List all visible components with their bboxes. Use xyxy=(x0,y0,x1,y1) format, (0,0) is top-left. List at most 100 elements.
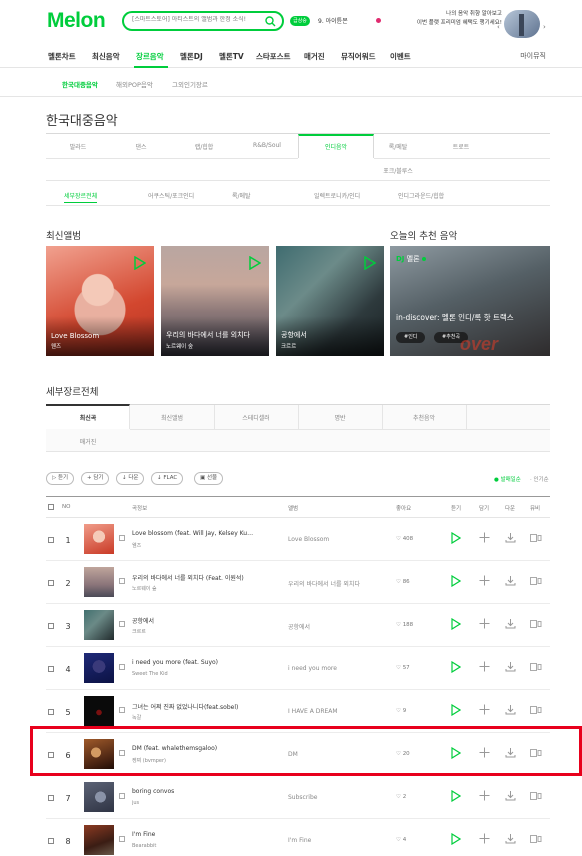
song-album[interactable]: Subscribe xyxy=(288,794,380,801)
genre-folk[interactable]: 포크/블루스 xyxy=(368,166,428,175)
row-checkbox[interactable] xyxy=(48,795,54,801)
row-checkbox[interactable] xyxy=(48,580,54,586)
song-artist[interactable]: 크르르 xyxy=(132,628,256,635)
nav-genre-music[interactable]: 장르음악 xyxy=(136,51,164,62)
subnav-other[interactable]: 그외인기장르 xyxy=(172,79,208,89)
download-icon[interactable] xyxy=(505,704,516,717)
row-checkbox[interactable] xyxy=(48,709,54,715)
sort-popular[interactable]: · 인기순 xyxy=(530,475,549,483)
tab-recommend[interactable]: 추천음악 xyxy=(382,413,466,422)
search-icon[interactable] xyxy=(265,16,276,29)
like-button[interactable]: ♡ 9 xyxy=(396,708,406,714)
song-artist[interactable]: 웬즈 xyxy=(132,542,256,549)
genre-rock[interactable]: 록/메탈 xyxy=(368,142,428,151)
download-icon[interactable] xyxy=(505,790,516,803)
mv-icon[interactable] xyxy=(530,577,542,587)
gift-button[interactable]: ▣ 선물 xyxy=(194,472,224,485)
row-checkbox[interactable] xyxy=(48,666,54,672)
subgenre-underground[interactable]: 인디그라운드/힙합 xyxy=(398,191,444,200)
tab-latest-songs[interactable]: 최신곡 xyxy=(46,413,130,422)
add-icon[interactable] xyxy=(479,833,490,846)
nav-my-music[interactable]: 마이뮤직 xyxy=(520,51,546,61)
nav-melon-chart[interactable]: 멜론차트 xyxy=(48,51,76,62)
select-all-checkbox[interactable] xyxy=(48,504,54,510)
genre-dance[interactable]: 댄스 xyxy=(111,142,171,151)
mv-icon[interactable] xyxy=(530,620,542,630)
add-icon[interactable] xyxy=(479,532,490,545)
download-icon[interactable] xyxy=(505,833,516,846)
song-album[interactable]: 우리의 바다에서 너를 외치다 xyxy=(288,579,380,588)
table-row[interactable]: 8 I'm Fine Bearabbit I'm Fine ♡ 4 xyxy=(46,819,550,856)
like-button[interactable]: ♡ 2 xyxy=(396,794,406,800)
like-button[interactable]: ♡ 86 xyxy=(396,579,410,585)
tab-magazine[interactable]: 매거진 xyxy=(46,437,130,446)
table-row[interactable]: 4 i need you more (feat. Suyo) Sweet The… xyxy=(46,647,550,690)
listen-all-button[interactable]: ▷ 듣기 xyxy=(46,472,75,485)
play-icon[interactable] xyxy=(451,832,462,847)
album-artist[interactable]: 크르르 xyxy=(281,342,296,350)
album-card[interactable]: 공항에서 크르르 xyxy=(276,246,384,356)
play-icon[interactable] xyxy=(364,255,377,272)
download-icon[interactable] xyxy=(505,532,516,545)
song-artist[interactable]: 노르웨이 숲 xyxy=(132,585,256,592)
promo-prev-icon[interactable]: ‹ xyxy=(497,23,500,31)
song-title[interactable]: 우리의 바다에서 너를 외치다 (Feat. 이원석) xyxy=(132,573,256,582)
mv-icon[interactable] xyxy=(530,706,542,716)
album-info-icon[interactable] xyxy=(119,836,125,842)
album-info-icon[interactable] xyxy=(119,664,125,670)
subgenre-rock[interactable]: 록/메탈 xyxy=(232,191,251,200)
nav-event[interactable]: 이벤트 xyxy=(390,51,411,62)
album-thumb[interactable] xyxy=(84,782,114,812)
tab-latest-albums[interactable]: 최신앨범 xyxy=(130,413,214,422)
flac-button[interactable]: ↓ FLAC xyxy=(151,472,184,485)
album-info-icon[interactable] xyxy=(119,621,125,627)
song-title[interactable]: boring convos xyxy=(132,788,256,795)
song-artist[interactable]: Bearabbit xyxy=(132,843,256,849)
genre-indie[interactable]: 인디음악 xyxy=(306,142,366,151)
mv-icon[interactable] xyxy=(530,663,542,673)
subgenre-acoustic[interactable]: 어쿠스틱/포크인디 xyxy=(148,191,194,200)
promo-image[interactable] xyxy=(504,10,540,38)
song-title[interactable]: 공항에서 xyxy=(132,616,256,625)
song-album[interactable]: Love Blossom xyxy=(288,536,380,543)
download-icon[interactable] xyxy=(505,618,516,631)
genre-trot[interactable]: 트로트 xyxy=(431,142,491,151)
row-checkbox[interactable] xyxy=(48,537,54,543)
song-title[interactable]: I'm Fine xyxy=(132,831,256,838)
play-icon[interactable] xyxy=(451,531,462,546)
play-icon[interactable] xyxy=(134,255,147,272)
nav-star-post[interactable]: 스타포스트 xyxy=(256,51,291,62)
song-title[interactable]: Love blossom (feat. Will Jay, Kelsey Kua… xyxy=(132,530,256,537)
add-icon[interactable] xyxy=(479,575,490,588)
album-info-icon[interactable] xyxy=(119,535,125,541)
download-icon[interactable] xyxy=(505,661,516,674)
add-icon[interactable] xyxy=(479,790,490,803)
album-thumb[interactable] xyxy=(84,567,114,597)
album-card[interactable]: Love Blossom 웬즈 xyxy=(46,246,154,356)
search-box[interactable] xyxy=(122,11,284,31)
like-button[interactable]: ♡ 408 xyxy=(396,536,413,542)
album-info-icon[interactable] xyxy=(119,578,125,584)
album-card[interactable]: 우리의 바다에서 너를 외치다 노르웨이 숲 xyxy=(161,246,269,356)
download-icon[interactable] xyxy=(505,575,516,588)
table-row[interactable]: 2 우리의 바다에서 너를 외치다 (Feat. 이원석) 노르웨이 숲 우리의… xyxy=(46,561,550,604)
play-icon[interactable] xyxy=(451,574,462,589)
genre-ballad[interactable]: 발라드 xyxy=(48,142,108,151)
add-icon[interactable] xyxy=(479,618,490,631)
song-album[interactable]: I'm Fine xyxy=(288,837,380,844)
nav-latest-music[interactable]: 최신음악 xyxy=(92,51,120,62)
album-thumb[interactable] xyxy=(84,825,114,855)
nav-melon-tv[interactable]: 멜론TV xyxy=(219,51,244,62)
subnav-korean[interactable]: 한국대중음악 xyxy=(62,79,98,89)
album-thumb[interactable] xyxy=(84,610,114,640)
genre-hiphop[interactable]: 랩/힙합 xyxy=(174,142,234,151)
table-row[interactable]: 1 Love blossom (feat. Will Jay, Kelsey K… xyxy=(46,518,550,561)
play-icon[interactable] xyxy=(451,703,462,718)
tab-steady-seller[interactable]: 스테디셀러 xyxy=(214,413,298,422)
album-artist[interactable]: 노르웨이 숲 xyxy=(166,342,193,350)
song-album[interactable]: 공항에서 xyxy=(288,622,380,631)
mv-icon[interactable] xyxy=(530,835,542,845)
song-artist[interactable]: jus xyxy=(132,800,256,806)
album-info-icon[interactable] xyxy=(119,793,125,799)
nav-magazine[interactable]: 매거진 xyxy=(304,51,325,62)
